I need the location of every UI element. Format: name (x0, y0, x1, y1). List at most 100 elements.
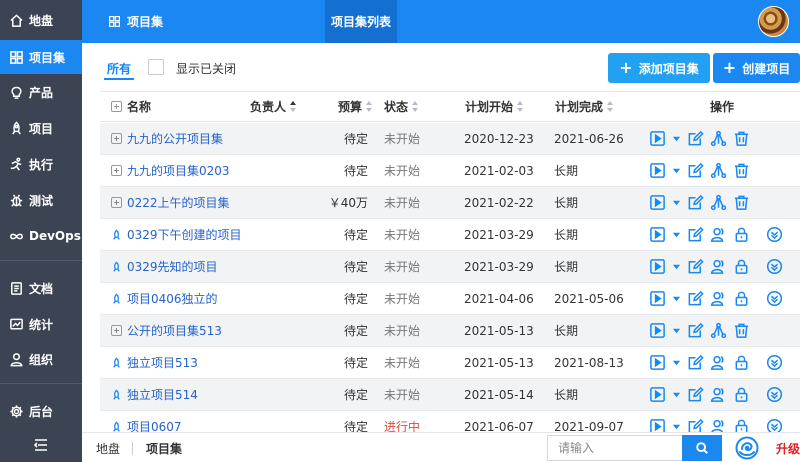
table-row[interactable]: 九九的项目集0203 待定 未开始 2021-02-03 长期 (100, 155, 800, 187)
row-name-link[interactable]: 九九的公开项目集 (127, 130, 223, 147)
edit-icon[interactable] (684, 128, 706, 150)
start-button-icon[interactable] (646, 128, 668, 150)
expand-icon[interactable] (111, 325, 122, 336)
table-row[interactable]: 独立项目513 待定 未开始 2021-05-13 2021-08-13 (100, 347, 800, 379)
edit-icon[interactable] (684, 256, 706, 278)
tab-program-list[interactable]: 项目集列表 (325, 0, 397, 43)
link-product-icon[interactable] (707, 160, 729, 182)
more-actions-caret-icon[interactable] (669, 128, 683, 150)
more-actions-caret-icon[interactable] (669, 160, 683, 182)
sidebar-item-home[interactable]: 地盘 (0, 3, 82, 37)
col-end[interactable]: 计划完成 (555, 92, 614, 121)
expand-all-icon[interactable] (111, 101, 122, 112)
link-product-icon[interactable] (707, 128, 729, 150)
start-button-icon[interactable] (646, 256, 668, 278)
search-input[interactable] (547, 435, 683, 461)
start-button-icon[interactable] (646, 192, 668, 214)
help-icon[interactable] (735, 436, 759, 460)
more-actions-caret-icon[interactable] (669, 384, 683, 406)
team-members-icon[interactable] (707, 288, 729, 310)
upgrade-link[interactable]: 升级 (776, 433, 800, 462)
team-members-icon[interactable] (707, 224, 729, 246)
team-members-icon[interactable] (707, 384, 729, 406)
edit-icon[interactable] (684, 320, 706, 342)
avatar[interactable] (758, 6, 789, 37)
sidebar-item-stats[interactable]: 统计 (0, 307, 82, 341)
delete-icon[interactable] (730, 160, 752, 182)
link-product-icon[interactable] (707, 320, 729, 342)
team-members-icon[interactable] (707, 256, 729, 278)
sidebar-item-test[interactable]: 测试 (0, 183, 82, 217)
show-closed-checkbox[interactable] (148, 59, 164, 75)
start-button-icon[interactable] (646, 384, 668, 406)
privilege-lock-icon[interactable] (730, 256, 752, 278)
start-button-icon[interactable] (646, 352, 668, 374)
edit-icon[interactable] (684, 224, 706, 246)
sidebar-item-devops[interactable]: DevOps (0, 219, 82, 253)
more-actions-caret-icon[interactable] (669, 288, 683, 310)
table-row[interactable]: 项目0406独立的 待定 未开始 2021-04-06 2021-05-06 (100, 283, 800, 315)
more-actions-caret-icon[interactable] (669, 256, 683, 278)
sidebar-item-admin[interactable]: 后台 (0, 394, 82, 428)
expand-icon[interactable] (111, 197, 122, 208)
row-name-link[interactable]: 独立项目513 (127, 354, 198, 371)
sidebar-item-product[interactable]: 产品 (0, 75, 82, 109)
start-button-icon[interactable] (646, 224, 668, 246)
expand-more-icon[interactable] (763, 256, 785, 278)
privilege-lock-icon[interactable] (730, 224, 752, 246)
privilege-lock-icon[interactable] (730, 384, 752, 406)
start-button-icon[interactable] (646, 160, 668, 182)
table-row[interactable]: 0329下午创建的项目 待定 未开始 2021-03-29 长期 (100, 219, 800, 251)
row-name-link[interactable]: 九九的项目集0203 (127, 162, 230, 179)
add-program-button[interactable]: + 添加项目集 (608, 53, 710, 83)
breadcrumb-home[interactable]: 地盘 (96, 433, 120, 462)
row-name-link[interactable]: 独立项目514 (127, 386, 198, 403)
team-members-icon[interactable] (707, 352, 729, 374)
delete-icon[interactable] (730, 320, 752, 342)
search-button[interactable] (682, 435, 722, 461)
row-name-link[interactable]: 公开的项目集513 (127, 322, 222, 339)
col-status[interactable]: 状态 (384, 92, 419, 121)
table-row[interactable]: 公开的项目集513 待定 未开始 2021-05-13 长期 (100, 315, 800, 347)
row-name-link[interactable]: 0329先知的项目 (127, 258, 218, 275)
col-budget[interactable]: 预算 (338, 92, 373, 121)
col-owner[interactable]: 负责人 (250, 92, 297, 121)
expand-icon[interactable] (111, 133, 122, 144)
filter-all-tab[interactable]: 所有 (107, 60, 131, 77)
sidebar-collapse-button[interactable] (0, 430, 82, 462)
edit-icon[interactable] (684, 352, 706, 374)
expand-more-icon[interactable] (763, 288, 785, 310)
delete-icon[interactable] (730, 128, 752, 150)
privilege-lock-icon[interactable] (730, 288, 752, 310)
breadcrumb-current[interactable]: 项目集 (146, 433, 182, 462)
delete-icon[interactable] (730, 192, 752, 214)
table-row[interactable]: 九九的公开项目集 待定 未开始 2020-12-23 2021-06-26 (100, 123, 800, 155)
expand-more-icon[interactable] (763, 384, 785, 406)
expand-icon[interactable] (111, 165, 122, 176)
sidebar-item-org[interactable]: 组织 (0, 342, 82, 376)
topbar-title[interactable]: 项目集 (108, 0, 163, 43)
privilege-lock-icon[interactable] (730, 352, 752, 374)
sidebar-item-doc[interactable]: 文档 (0, 271, 82, 305)
more-actions-caret-icon[interactable] (669, 352, 683, 374)
row-name-link[interactable]: 项目0406独立的 (127, 290, 218, 307)
expand-more-icon[interactable] (763, 224, 785, 246)
table-row[interactable]: 0329先知的项目 待定 未开始 2021-03-29 长期 (100, 251, 800, 283)
edit-icon[interactable] (684, 160, 706, 182)
expand-more-icon[interactable] (763, 352, 785, 374)
start-button-icon[interactable] (646, 320, 668, 342)
table-row[interactable]: 独立项目514 待定 未开始 2021-05-14 长期 (100, 379, 800, 411)
col-begin[interactable]: 计划开始 (465, 92, 524, 121)
more-actions-caret-icon[interactable] (669, 192, 683, 214)
edit-icon[interactable] (684, 192, 706, 214)
more-actions-caret-icon[interactable] (669, 320, 683, 342)
table-row[interactable]: 0222上午的项目集 ￥40万 未开始 2021-02-22 长期 (100, 187, 800, 219)
edit-icon[interactable] (684, 384, 706, 406)
sidebar-item-program[interactable]: 项目集 (0, 40, 82, 74)
sidebar-item-execution[interactable]: 执行 (0, 147, 82, 181)
link-product-icon[interactable] (707, 192, 729, 214)
row-name-link[interactable]: 0329下午创建的项目 (127, 226, 242, 243)
row-name-link[interactable]: 0222上午的项目集 (127, 194, 230, 211)
create-project-button[interactable]: + 创建项目 (713, 53, 800, 83)
start-button-icon[interactable] (646, 288, 668, 310)
